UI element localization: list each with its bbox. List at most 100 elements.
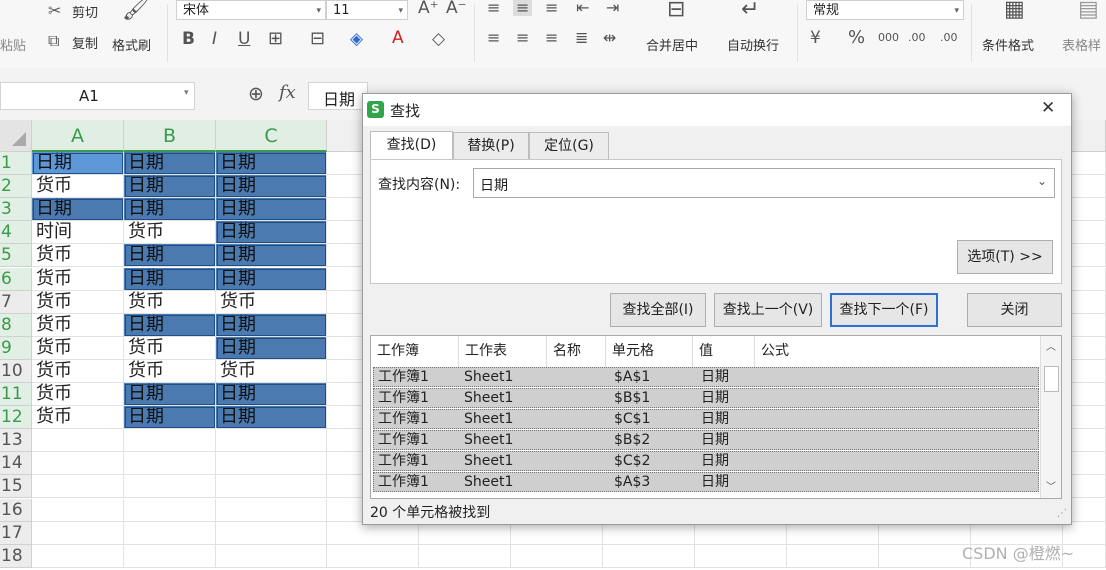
font-grow-icon[interactable]: A⁺ <box>418 0 439 17</box>
options-button[interactable]: 选项(T) >> <box>957 240 1053 274</box>
align-right-icon[interactable]: ≡ <box>545 30 558 46</box>
cell-c17[interactable] <box>216 521 327 545</box>
chevron-down-icon[interactable]: ▾ <box>184 88 189 98</box>
row-header[interactable]: 7 <box>0 290 32 314</box>
results-scrollbar[interactable]: ︿ ﹀ <box>1040 336 1061 498</box>
result-row[interactable]: 工作簿1 Sheet1 $A$3 日期 <box>373 472 1039 492</box>
italic-icon[interactable]: I <box>212 31 217 48</box>
bold-icon[interactable]: B <box>182 31 195 48</box>
cell-a8[interactable]: 货币 <box>32 313 124 337</box>
cell-b8[interactable]: 日期 <box>124 313 216 337</box>
font-name-select[interactable]: 宋体 ▾ <box>176 0 326 20</box>
row-header[interactable]: 9 <box>0 336 32 360</box>
cell-c14[interactable] <box>216 452 327 476</box>
cell-b3[interactable]: 日期 <box>124 198 216 222</box>
row-header[interactable]: 16 <box>0 498 32 522</box>
fx-icon[interactable]: fx <box>279 82 296 103</box>
close-icon[interactable]: ✕ <box>1041 98 1055 118</box>
cell-b7[interactable]: 货币 <box>124 290 216 314</box>
zoom-find-icon[interactable]: ⊕ <box>248 83 264 105</box>
copy-icon[interactable]: ⧉ <box>48 33 59 49</box>
cell-c16[interactable] <box>216 498 327 522</box>
copy-button[interactable]: 复制 <box>72 33 98 52</box>
cell-a6[interactable]: 货币 <box>32 267 124 291</box>
cell-c15[interactable] <box>216 475 327 499</box>
merge-center-button[interactable]: 合并居中 <box>646 35 698 54</box>
cell-a3[interactable]: 日期 <box>32 198 124 222</box>
cell-b14[interactable] <box>124 452 216 476</box>
distribute-icon[interactable]: ⇹ <box>603 30 616 46</box>
results-list[interactable]: 工作簿 工作表 名称 单元格值公式 工作簿1 Sheet1 $A$1 日期 工作簿1 Sheet… <box>370 335 1062 499</box>
conditional-format-button[interactable]: 条件格式 <box>982 35 1034 54</box>
cell-b11[interactable]: 日期 <box>124 383 216 406</box>
row-header[interactable]: 13 <box>0 429 32 453</box>
percent-icon[interactable]: % <box>848 29 865 47</box>
scroll-up-icon[interactable]: ︿ <box>1046 338 1056 353</box>
cell-c18[interactable] <box>216 544 327 568</box>
cell-a10[interactable]: 货币 <box>32 359 124 383</box>
justify-icon[interactable]: ≣ <box>575 30 588 46</box>
cut-button[interactable]: 剪切 <box>72 2 98 21</box>
table-style-icon[interactable]: ▤ <box>1078 0 1099 21</box>
row-header[interactable]: 4 <box>0 221 32 245</box>
results-header[interactable]: 工作表 <box>459 336 547 367</box>
table-style-button[interactable]: 表格样 <box>1062 35 1101 54</box>
conditional-format-icon[interactable]: ▦ <box>1004 0 1025 21</box>
cell-b5[interactable]: 日期 <box>124 244 216 268</box>
tab-goto[interactable]: 定位(G) <box>529 132 609 159</box>
row-header[interactable]: 2 <box>0 175 32 199</box>
align-left-icon[interactable]: ≡ <box>487 30 500 46</box>
align-bottom-icon[interactable]: ≡ <box>545 0 558 16</box>
dialog-titlebar[interactable]: S 查找 ✕ <box>363 94 1071 126</box>
row-header[interactable]: 17 <box>0 521 32 545</box>
cell-c6[interactable]: 日期 <box>216 267 327 291</box>
row-header[interactable]: 3 <box>0 198 32 222</box>
cell-a4[interactable]: 时间 <box>32 221 124 245</box>
row-header[interactable]: 5 <box>0 244 32 268</box>
cell-c1[interactable]: 日期 <box>216 152 327 175</box>
scroll-down-icon[interactable]: ﹀ <box>1046 478 1056 493</box>
column-header-a[interactable]: A <box>32 120 124 152</box>
merge-center-icon[interactable]: ⊟ <box>667 0 685 21</box>
cell-b18[interactable] <box>124 544 216 568</box>
cell-b15[interactable] <box>124 475 216 499</box>
cell-a17[interactable] <box>32 521 124 545</box>
cell-c3[interactable]: 日期 <box>216 198 327 222</box>
cell-b13[interactable] <box>124 429 216 453</box>
cell-a7[interactable]: 货币 <box>32 290 124 314</box>
align-middle-icon[interactable]: ≡ <box>513 0 533 16</box>
close-button[interactable]: 关闭 <box>967 293 1062 327</box>
wrap-text-button[interactable]: 自动换行 <box>727 35 779 54</box>
result-row[interactable]: 工作簿1 Sheet1 $C$2 日期 <box>373 451 1039 471</box>
results-header[interactable]: 名称 <box>547 336 606 367</box>
scrollbar-thumb[interactable] <box>1044 366 1059 392</box>
increase-decimal-icon[interactable]: .00 <box>908 30 926 46</box>
resize-grip-icon[interactable]: ⋰ <box>1057 508 1067 519</box>
row-header[interactable]: 11 <box>0 383 32 406</box>
find-all-button[interactable]: 查找全部(I) <box>610 293 706 327</box>
cell-c9[interactable]: 日期 <box>216 336 327 360</box>
row-header[interactable]: 6 <box>0 267 32 291</box>
cell-c5[interactable]: 日期 <box>216 244 327 268</box>
thousands-icon[interactable]: 000 <box>878 30 899 46</box>
row-header[interactable]: 1 <box>0 152 32 175</box>
result-row[interactable]: 工作簿1 Sheet1 $A$1 日期 <box>373 367 1039 387</box>
cell-b9[interactable]: 货币 <box>124 336 216 360</box>
outdent-icon[interactable]: ⇤ <box>576 0 589 16</box>
cell-a18[interactable] <box>32 544 124 568</box>
row-header[interactable]: 18 <box>0 544 32 568</box>
eraser-icon[interactable]: ◇ <box>432 31 445 48</box>
border-icon[interactable]: ⊞ <box>268 30 283 48</box>
find-next-button[interactable]: 查找下一个(F) <box>830 293 938 327</box>
cell-b1[interactable]: 日期 <box>124 152 216 175</box>
cell-c12[interactable]: 日期 <box>216 406 327 430</box>
results-header[interactable]: 公式 <box>755 336 1043 367</box>
column-header-c[interactable]: C <box>216 120 327 152</box>
cell-c7[interactable]: 货币 <box>216 290 327 314</box>
cell-b10[interactable]: 货币 <box>124 359 216 383</box>
row-header[interactable]: 14 <box>0 452 32 476</box>
result-row[interactable]: 工作簿1 Sheet1 $C$1 日期 <box>373 409 1039 429</box>
number-format-select[interactable]: 常规 ▾ <box>806 0 964 20</box>
result-row[interactable]: 工作簿1 Sheet1 $B$2 日期 <box>373 430 1039 450</box>
cell-a15[interactable] <box>32 475 124 499</box>
